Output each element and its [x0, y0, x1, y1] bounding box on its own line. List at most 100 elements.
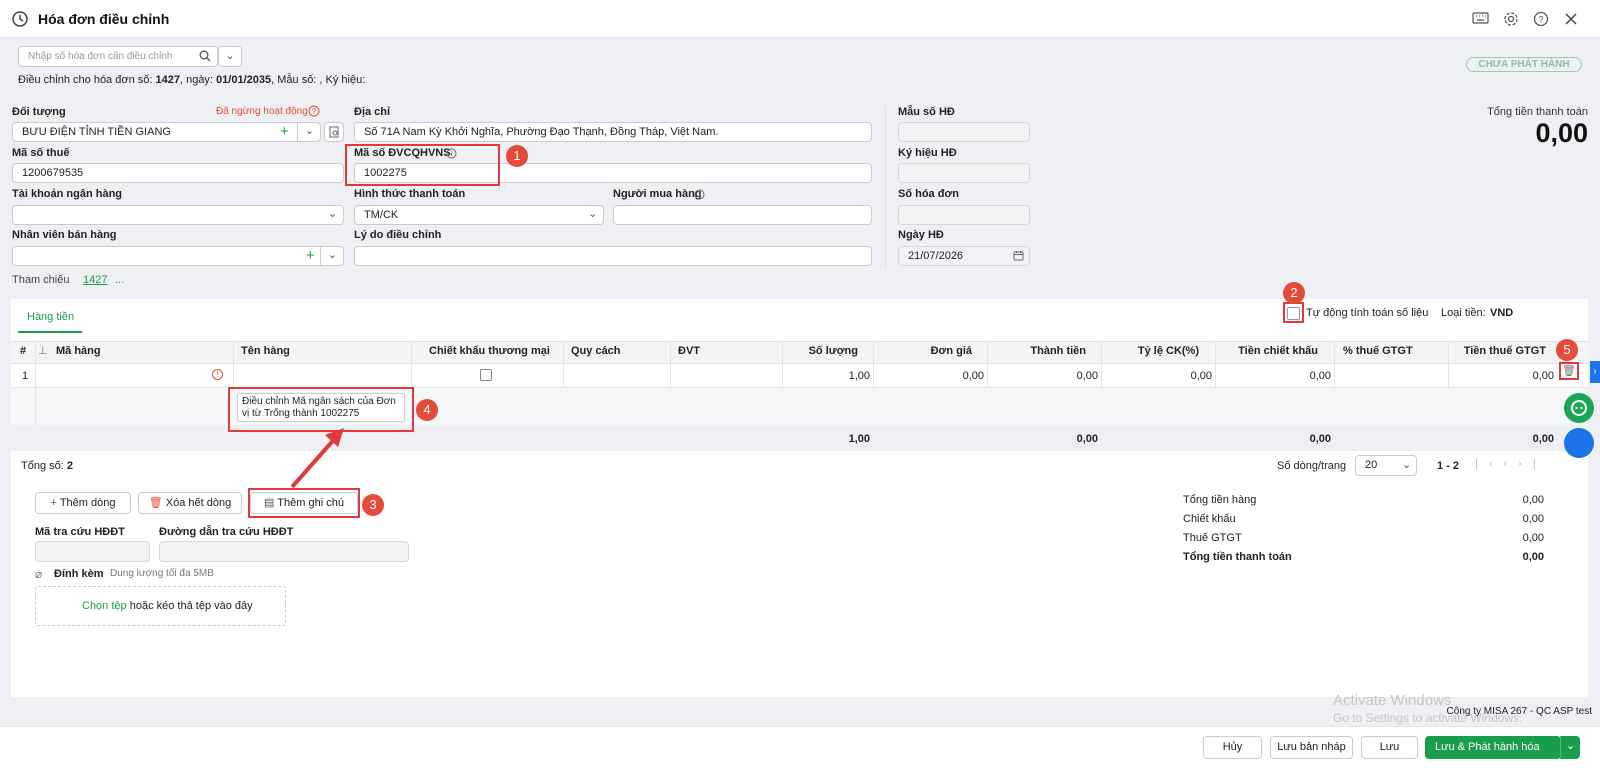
lookup-link-input [159, 541, 409, 562]
search-dropdown-button[interactable]: ⌄ [218, 46, 242, 67]
side-expand-button[interactable]: › [1590, 361, 1600, 383]
adjust-invoice-date: 01/01/2035 [216, 74, 272, 86]
adjust-info: Điều chỉnh cho hóa đơn số: 1427, ngày: 0… [18, 74, 365, 86]
total-tien-thue: 0,00 [1532, 433, 1554, 445]
ngay-hd-label: Ngày HĐ [898, 229, 944, 241]
delete-all-button[interactable]: 🗑 Xóa hết dòng [138, 492, 242, 514]
currency-value: VND [1490, 307, 1514, 319]
save-issue-dropdown[interactable]: ⌄ [1560, 736, 1580, 759]
annotation-badge-1: 1 [506, 145, 528, 167]
doi-tuong-label: Đối tượng [12, 106, 66, 118]
cell-so-luong[interactable]: 1,00 [786, 370, 870, 382]
tham-chieu-more-link[interactable]: ... [115, 274, 124, 286]
tham-chieu-link[interactable]: 1427 [83, 274, 107, 286]
cell-ty-le-ck[interactable]: 0,00 [1105, 370, 1212, 382]
col-header-tien-thue: Tiền thuế GTGT [1463, 345, 1546, 357]
cancel-button[interactable]: Hủy [1203, 736, 1262, 759]
adjust-info-prefix: Điều chỉnh cho hóa đơn số: [18, 74, 153, 86]
tab-hang-tien[interactable]: Hàng tiền [27, 311, 74, 323]
col-header-ty-le-ck: Tỷ lệ CK(%) [1137, 345, 1199, 357]
col-header-thue-gtgt: % thuế GTGT [1343, 345, 1413, 357]
ky-hieu-input [898, 163, 1030, 183]
choose-file-link[interactable]: Chọn tệp [82, 600, 127, 612]
total-top-value: 0,00 [1535, 118, 1588, 148]
svg-text:?: ? [312, 107, 317, 116]
keyboard-icon[interactable] [1472, 12, 1489, 26]
doi-tuong-dropdown[interactable]: ⌄ [297, 122, 321, 142]
chevron-down-icon: ⌄ [1402, 459, 1412, 471]
gear-icon[interactable] [1503, 11, 1519, 27]
ly-do-input[interactable] [354, 246, 872, 266]
col-header-don-gia: Đơn giá [930, 345, 972, 357]
summary-value-tong-thanh-toan: 0,00 [1522, 551, 1544, 563]
search-icon[interactable] [199, 50, 211, 62]
total-count: Tổng số: 2 [21, 460, 73, 472]
nhan-vien-dropdown[interactable]: ⌄ [320, 246, 344, 266]
trash-icon[interactable]: 🗑 [1559, 362, 1579, 380]
lookup-link-label: Đường dẫn tra cứu HĐĐT [159, 526, 294, 538]
col-header-ma-hang: Mã hàng [56, 345, 101, 357]
chevron-down-icon: ⌄ [1565, 740, 1576, 752]
total-thanh-tien: 0,00 [1076, 433, 1098, 445]
annotation-badge-3: 3 [362, 494, 384, 516]
summary-label-tong-tien-hang: Tổng tiền hàng [1183, 494, 1257, 506]
col-header-index: # [20, 345, 27, 357]
auto-calc-label: Tự động tính toán số liệu [1306, 307, 1429, 319]
page-title: Hóa đơn điều chỉnh [38, 11, 170, 27]
chevron-down-icon: ⌄ [225, 50, 235, 62]
add-row-button[interactable]: + Thêm dòng [35, 492, 131, 514]
cell-tien-thue[interactable]: 0,00 [1452, 370, 1554, 382]
annotation-badge-5: 5 [1556, 339, 1578, 361]
mst-input[interactable]: 1200679535 [12, 163, 344, 183]
cell-don-gia[interactable]: 0,00 [880, 370, 984, 382]
dia-chi-input[interactable]: Số 71A Nam Kỳ Khởi Nghĩa, Phường Đạo Thạ… [354, 122, 872, 142]
plus-icon: + [50, 497, 60, 509]
stopped-label: Đã ngừng hoạt động [216, 106, 308, 117]
tham-chieu-label: Tham chiếu [12, 274, 70, 286]
search-input[interactable]: Nhập số hóa đơn cần điều chỉnh [18, 46, 218, 67]
book-lookup-icon[interactable] [324, 122, 344, 142]
ky-hieu-label: Ký hiệu HĐ [898, 147, 957, 159]
help-icon[interactable]: ? [1533, 11, 1549, 27]
cell-tien-ck[interactable]: 0,00 [1218, 370, 1331, 382]
save-draft-button[interactable]: Lưu bản nháp [1270, 736, 1353, 759]
row-index: 1 [22, 370, 29, 382]
annotation-arrow [290, 428, 344, 489]
tab-active-indicator [18, 331, 82, 333]
total-so-luong: 1,00 [848, 433, 870, 445]
lookup-code-label: Mã tra cứu HĐĐT [35, 526, 125, 538]
footer-bar [0, 726, 1600, 768]
calendar-icon [1013, 250, 1024, 261]
status-badge: CHƯA PHÁT HÀNH [1466, 57, 1582, 72]
chevron-down-icon: ⌄ [304, 125, 315, 137]
total-top-label: Tổng tiền thanh toán [1487, 106, 1588, 118]
httt-select[interactable]: TM/CK [354, 205, 604, 225]
doi-tuong-input[interactable]: BƯU ĐIỆN TỈNH TIỀN GIANG [12, 122, 321, 142]
col-header-ten-hang: Tên hàng [241, 345, 290, 357]
close-icon[interactable] [1564, 12, 1578, 26]
attachment-icon: ⌀ [35, 567, 43, 581]
add-row-label: Thêm dòng [59, 497, 116, 509]
history-icon [11, 10, 29, 28]
svg-text:?: ? [1538, 15, 1543, 25]
annotation-badge-4: 4 [416, 399, 438, 421]
col-header-thanh-tien: Thành tiền [1030, 345, 1086, 357]
save-issue-button[interactable]: Lưu & Phát hành hóa đơn [1425, 736, 1561, 768]
pager-nav-icons[interactable]: |‹‹›| [1475, 458, 1547, 470]
save-button[interactable]: Lưu [1361, 736, 1418, 759]
tk-ngan-hang-select[interactable] [12, 205, 344, 225]
chiet-khau-tm-checkbox[interactable] [480, 369, 492, 381]
plus-icon[interactable]: + [280, 122, 289, 141]
chat-icon[interactable] [1564, 393, 1594, 423]
adjust-info-rest: , Mẫu số: , Ký hiệu: [271, 74, 366, 86]
support-bubble-icon[interactable] [1564, 428, 1594, 458]
nhan-vien-input[interactable] [12, 246, 344, 266]
form-divider [885, 106, 886, 268]
nguoi-mua-input[interactable] [613, 205, 872, 225]
currency-label: Loại tiền: [1441, 307, 1486, 319]
nguoi-mua-label: Người mua hàng [613, 188, 702, 200]
pin-icon[interactable]: ⊥ [38, 344, 48, 357]
plus-icon[interactable]: + [306, 246, 315, 265]
col-header-so-luong: Số lượng [808, 345, 858, 357]
cell-thanh-tien[interactable]: 0,00 [994, 370, 1098, 382]
